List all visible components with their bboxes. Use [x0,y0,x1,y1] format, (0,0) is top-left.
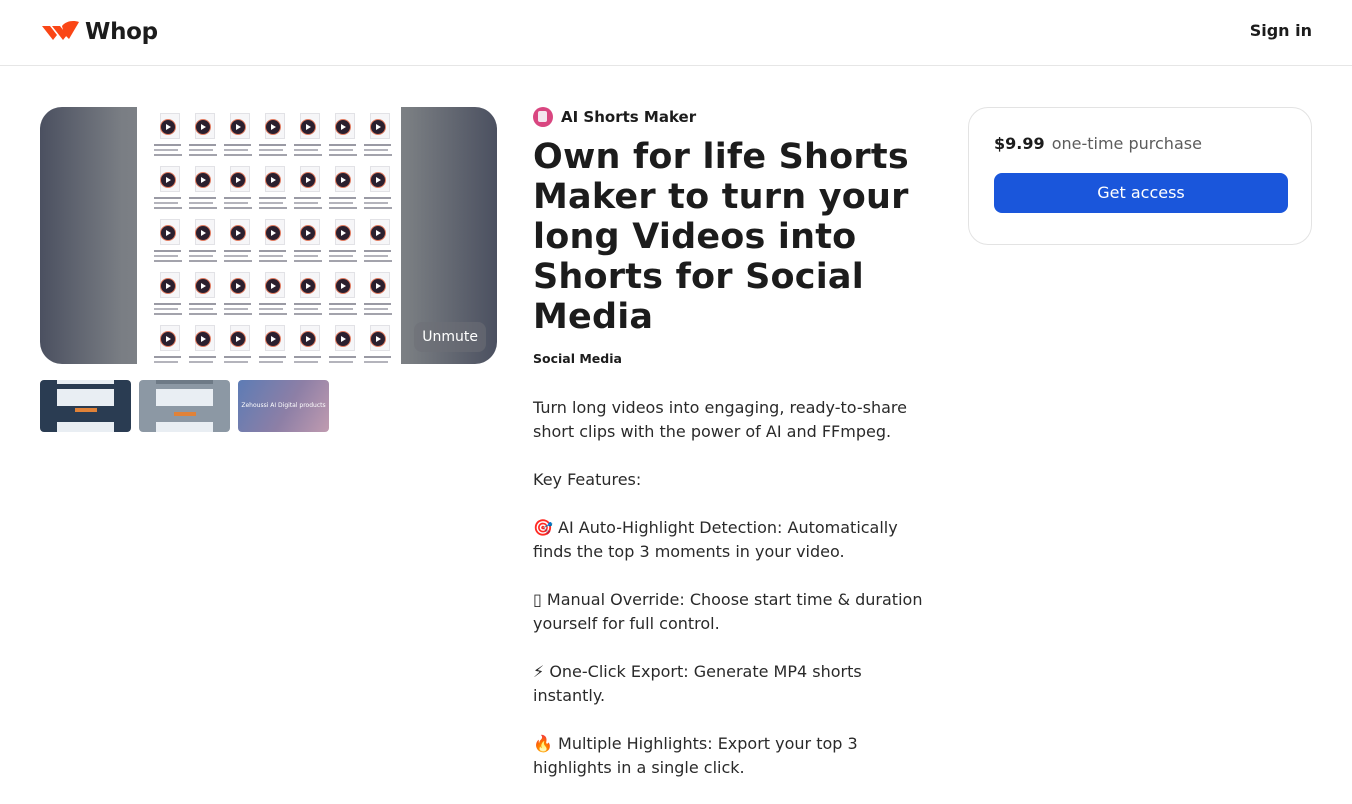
video-file-icon [361,270,396,323]
video-file-icon [186,323,221,364]
video-file-icon [221,270,256,323]
description-paragraph: ▯ Manual Override: Choose start time & d… [533,590,923,633]
media-thumbnails: Zehoussi AI Digital products [40,380,329,432]
description-paragraph: Key Features: [533,470,642,489]
price-row: $9.99 one-time purchase [994,134,1202,153]
video-file-icon [151,270,186,323]
video-file-icon [291,111,326,164]
video-file-icon [186,217,221,270]
video-file-icon [291,217,326,270]
description-paragraph: Turn long videos into engaging, ready-to… [533,398,907,441]
video-file-icon [151,323,186,364]
video-file-icon [326,217,361,270]
thumbnail-3-caption: Zehoussi AI Digital products [241,402,326,409]
video-file-icon [326,323,361,364]
video-file-icon [291,270,326,323]
video-file-icon [221,217,256,270]
product-video-player[interactable]: Unmute [40,107,497,364]
video-file-grid [137,107,396,364]
get-access-button[interactable]: Get access [994,173,1288,213]
video-file-icon [256,323,291,364]
video-file-icon [361,217,396,270]
video-file-icon [221,111,256,164]
price: $9.99 [994,134,1045,153]
video-file-icon [186,164,221,217]
video-file-icon [151,217,186,270]
video-file-icon [256,270,291,323]
product-description: Turn long videos into engaging, ready-to… [533,396,938,780]
video-file-icon [186,111,221,164]
thumbnail-2[interactable] [139,380,230,432]
sign-in-link[interactable]: Sign in [1250,21,1312,40]
description-paragraph: 🔥 Multiple Highlights: Export your top 3… [533,734,858,777]
logo-text: Whop [85,19,158,45]
product-title: Own for life Shorts Maker to turn your l… [533,137,909,337]
product-header: AI Shorts Maker [533,107,938,127]
video-file-icon [291,164,326,217]
whop-logo[interactable]: Whop [40,17,158,47]
video-frame [137,107,401,364]
product-category[interactable]: Social Media [533,351,938,366]
video-file-icon [291,323,326,364]
video-file-icon [186,270,221,323]
video-file-icon [326,164,361,217]
whop-logo-icon [42,21,79,40]
description-paragraph: 🎯 AI Auto-Highlight Detection: Automatic… [533,518,898,561]
unmute-button[interactable]: Unmute [414,322,486,352]
product-app-icon [533,107,553,127]
thumbnail-3[interactable]: Zehoussi AI Digital products [238,380,329,432]
video-file-icon [361,111,396,164]
video-file-icon [361,164,396,217]
video-file-icon [221,164,256,217]
video-file-icon [151,164,186,217]
purchase-card: $9.99 one-time purchase Get access [968,107,1312,245]
product-details: AI Shorts Maker Own for life Shorts Make… [533,107,938,804]
video-file-icon [151,111,186,164]
product-name[interactable]: AI Shorts Maker [561,108,696,126]
top-header: Whop Sign in [0,0,1352,66]
video-file-icon [256,111,291,164]
price-note: one-time purchase [1051,134,1202,153]
video-file-icon [221,323,256,364]
video-file-icon [256,217,291,270]
video-file-icon [326,270,361,323]
thumbnail-1[interactable] [40,380,131,432]
video-file-icon [361,323,396,364]
description-paragraph: ⚡ One-Click Export: Generate MP4 shorts … [533,662,862,705]
video-file-icon [256,164,291,217]
video-file-icon [326,111,361,164]
